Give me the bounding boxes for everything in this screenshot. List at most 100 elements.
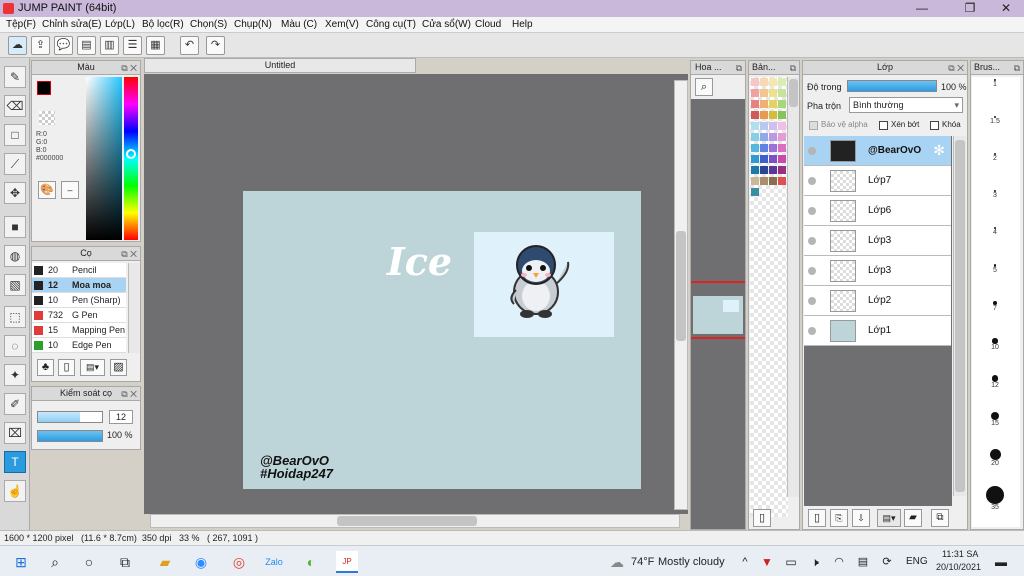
palette-swatch[interactable] <box>778 122 786 130</box>
select-eraser-icon[interactable]: ⌧ <box>4 422 26 444</box>
layer-scroll-thumb[interactable] <box>955 140 965 492</box>
brush-menu-icon[interactable]: ▤▾ <box>80 359 105 376</box>
palette-swatch[interactable] <box>769 111 777 119</box>
share-icon[interactable]: ⇪ <box>31 36 50 55</box>
file-explorer-icon[interactable]: ▰ <box>154 551 176 573</box>
clock-date[interactable]: 20/10/2021 <box>936 562 981 572</box>
navigator-preview[interactable] <box>693 296 743 334</box>
palette-swatch[interactable] <box>751 166 759 174</box>
palette-swatch[interactable] <box>769 155 777 163</box>
foreground-color-swatch[interactable] <box>37 81 51 95</box>
folder-icon[interactable]: ▰ <box>904 509 922 527</box>
layer-opacity-slider[interactable] <box>847 80 937 92</box>
menu-color[interactable]: Màu (C) <box>281 19 317 30</box>
palette-swatch[interactable] <box>769 166 777 174</box>
panel-window-icons[interactable]: ⧉ ✕ <box>121 248 137 261</box>
layer-visibility-icon[interactable] <box>808 297 816 305</box>
palette-swatch[interactable] <box>760 155 768 163</box>
palette-swatch[interactable] <box>769 122 777 130</box>
select-pen-icon[interactable]: ✐ <box>4 393 26 415</box>
menu-file[interactable]: Tệp(F) <box>6 19 36 30</box>
zoom-app-icon[interactable]: ◉ <box>190 551 212 573</box>
menu-help[interactable]: Help <box>512 19 533 30</box>
operation-tool-icon[interactable]: ☝ <box>4 480 26 502</box>
canvas-vscroll-thumb[interactable] <box>676 231 686 341</box>
layer-visibility-icon[interactable] <box>808 237 816 245</box>
palette-swatch[interactable] <box>769 133 777 141</box>
palette-swatch[interactable] <box>760 89 768 97</box>
battery-icon[interactable]: ▭ <box>780 551 802 573</box>
brush-size-preset[interactable]: 20 <box>972 449 1018 467</box>
layer-row[interactable]: Lớp6 <box>804 196 951 226</box>
palette-swatch[interactable] <box>778 166 786 174</box>
brush-item[interactable]: 20 Pencil <box>32 263 126 278</box>
panel-window-icons[interactable]: ⧉ ✕ <box>948 62 964 75</box>
brush-tool-icon[interactable]: ✎ <box>4 66 26 88</box>
rectangle-select-icon[interactable]: □ <box>4 124 26 146</box>
notification-icon[interactable]: ▬ <box>990 551 1012 573</box>
saturation-value-picker[interactable] <box>86 77 122 240</box>
cloud-icon[interactable]: ☁ <box>8 36 27 55</box>
menu-view[interactable]: Xem(V) <box>325 19 359 30</box>
minimize-button[interactable]: — <box>906 0 938 17</box>
chevron-up-icon[interactable]: ^ <box>734 551 756 573</box>
palette-swatch[interactable] <box>751 177 759 185</box>
select-tool-icon[interactable]: ⬚ <box>4 306 26 328</box>
palette-swatch[interactable] <box>751 144 759 152</box>
volume-icon[interactable]: 🕨 <box>804 551 826 573</box>
brush-opacity-slider[interactable] <box>37 430 103 442</box>
menu-filter[interactable]: Bộ lọc(R) <box>142 19 184 30</box>
canvas-hscroll-thumb[interactable] <box>337 516 477 526</box>
palette-swatch[interactable] <box>760 78 768 86</box>
palette-swatch[interactable] <box>760 133 768 141</box>
panel-window-icons[interactable]: ⧉ <box>790 62 796 75</box>
jump-paint-taskbar-icon[interactable]: JP <box>336 551 358 573</box>
brush-size-preset[interactable]: 7 <box>972 301 1018 312</box>
palette-swatch[interactable] <box>751 111 759 119</box>
layer-visibility-icon[interactable] <box>808 147 816 155</box>
sync-icon[interactable]: ⟳ <box>876 551 898 573</box>
drawing-canvas[interactable]: Ice @BearOvO #Hoidap247 <box>243 191 641 489</box>
brush-list-scrollbar[interactable] <box>128 263 140 353</box>
menu-window[interactable]: Cửa sổ(W) <box>422 19 471 30</box>
layer-visibility-icon[interactable] <box>808 177 816 185</box>
text-tool-icon[interactable]: T <box>4 451 26 473</box>
palette-icon[interactable]: 🎨 <box>38 181 56 199</box>
brush-size-preset[interactable]: 10 <box>972 338 1018 351</box>
windows-start-icon[interactable]: ⊞ <box>10 551 32 573</box>
palette-swatch[interactable] <box>751 78 759 86</box>
brush-settings-icon[interactable]: ▨ <box>110 359 127 376</box>
menu-layer[interactable]: Lớp(L) <box>105 19 135 30</box>
maximize-button[interactable]: ❐ <box>954 0 986 17</box>
menu-edit[interactable]: Chỉnh sửa(E) <box>42 19 102 30</box>
panel-window-icons[interactable]: ⧉ ✕ <box>121 62 137 75</box>
brush-size-preset[interactable]: 4 <box>972 227 1018 236</box>
comment-icon[interactable]: 💬 <box>54 36 73 55</box>
language-indicator[interactable]: ENG <box>906 556 928 567</box>
line-tool-icon[interactable]: ⟋ <box>4 153 26 175</box>
brush-item[interactable]: 732 G Pen <box>32 308 126 323</box>
brush-size-preset[interactable]: 5 <box>972 264 1018 274</box>
palette-swatch[interactable] <box>760 166 768 174</box>
layer-visibility-icon[interactable] <box>808 267 816 275</box>
list-icon[interactable]: ☰ <box>123 36 142 55</box>
palette-swatch[interactable] <box>751 133 759 141</box>
palette-swatch[interactable] <box>760 144 768 152</box>
brush-size-preset[interactable]: 2 <box>972 153 1018 162</box>
fill-rect-icon[interactable]: ■ <box>4 216 26 238</box>
palette-swatch[interactable] <box>778 78 786 86</box>
layer-row[interactable]: Lớp7 <box>804 166 951 196</box>
merge-layer-icon[interactable]: ⇩ <box>852 509 870 527</box>
hue-slider[interactable] <box>124 77 138 240</box>
display-icon[interactable]: ▤ <box>852 551 874 573</box>
brush-size-preset[interactable]: 1.5 <box>972 116 1018 125</box>
palette-swatch[interactable] <box>778 100 786 108</box>
palette-swatch[interactable] <box>769 100 777 108</box>
layer-visibility-icon[interactable] <box>808 207 816 215</box>
undo-icon[interactable]: ↶ <box>180 36 199 55</box>
panel-window-icons[interactable]: ⧉ <box>1014 62 1020 75</box>
brush-item[interactable]: 12 Moa moa <box>32 278 126 293</box>
palette-swatch[interactable] <box>751 89 759 97</box>
palette-swatch[interactable] <box>751 188 759 196</box>
palette-swatch[interactable] <box>778 133 786 141</box>
